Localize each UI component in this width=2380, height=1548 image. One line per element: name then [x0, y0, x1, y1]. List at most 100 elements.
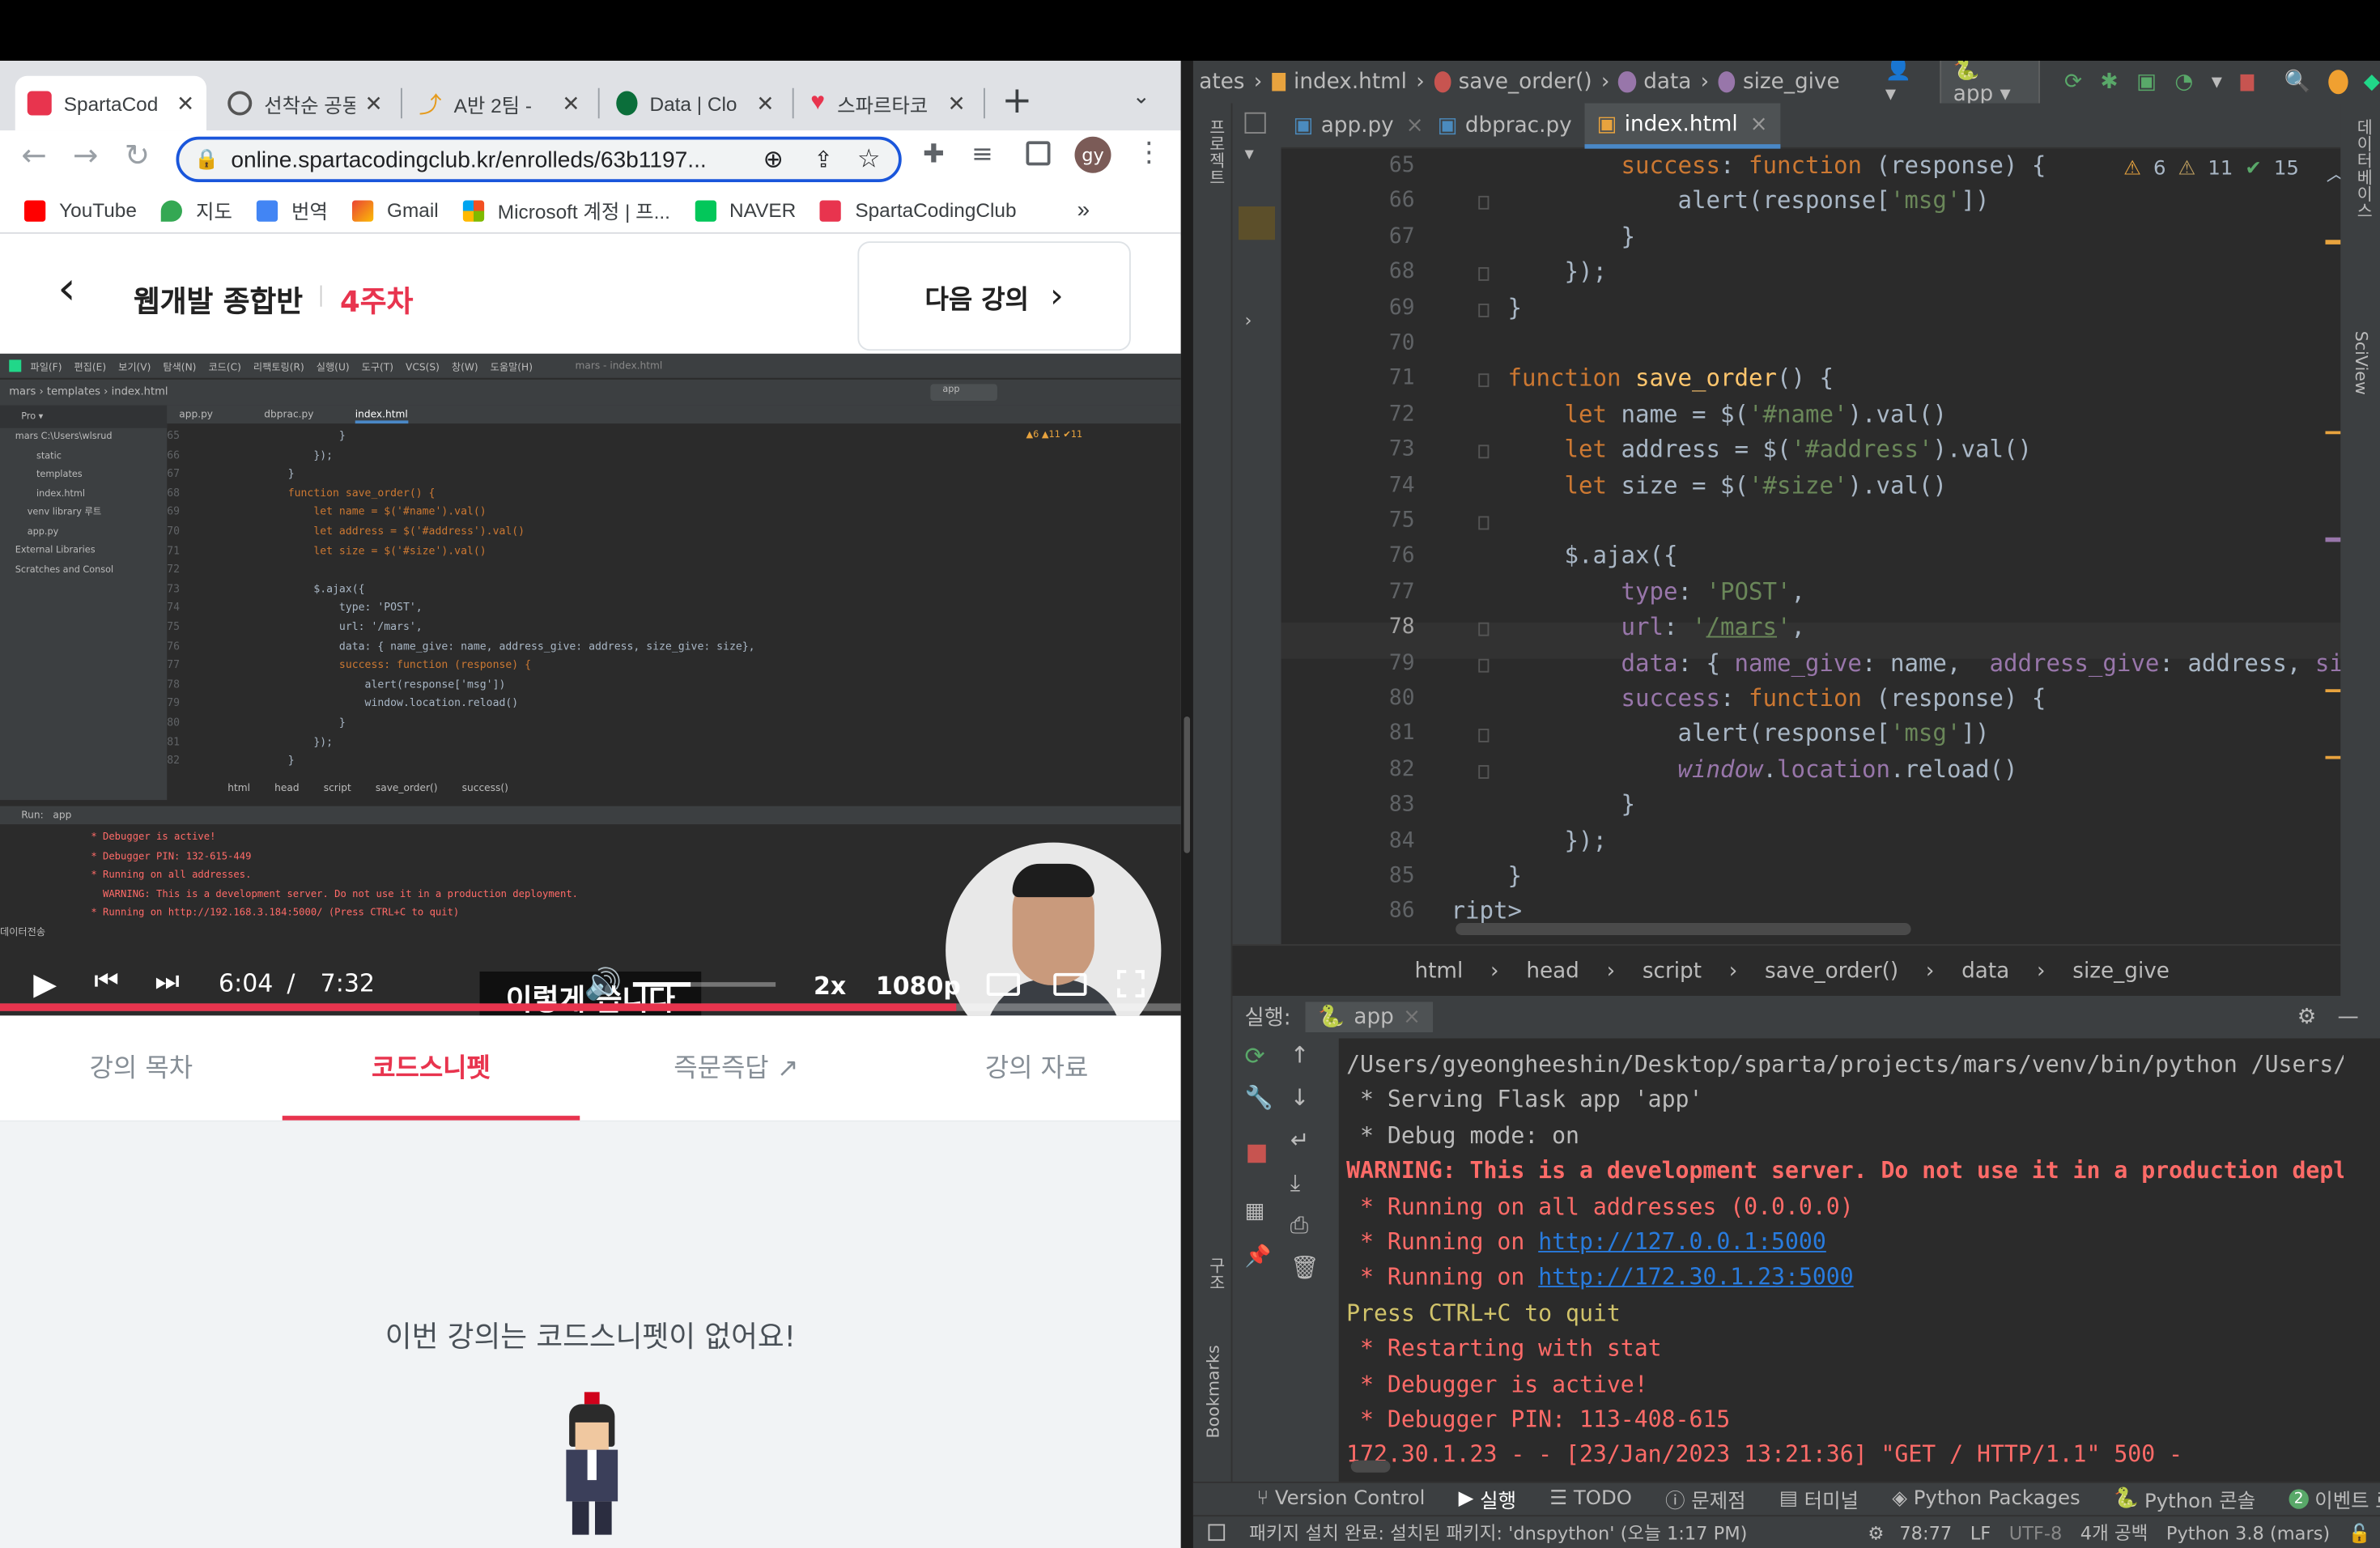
- back-chevron-icon[interactable]: ‹: [57, 262, 76, 316]
- reload-icon[interactable]: ↻: [125, 137, 150, 173]
- close-tab-icon[interactable]: ✕: [947, 91, 965, 117]
- profile-avatar[interactable]: gy: [1074, 136, 1111, 173]
- bookmark-naver[interactable]: NAVER: [694, 199, 796, 222]
- breadcrumb-item[interactable]: data: [1961, 959, 2009, 983]
- bookmark-youtube[interactable]: YouTube: [24, 199, 137, 222]
- horizontal-scrollbar[interactable]: [1456, 923, 1911, 935]
- nav-crumb[interactable]: size_give: [1743, 70, 1840, 94]
- git-icon[interactable]: ⚙: [1868, 1522, 1884, 1543]
- forward-arrow-icon[interactable]: →: [73, 137, 98, 173]
- tab-4[interactable]: Data | Clo ✕: [604, 76, 786, 131]
- play-icon[interactable]: ▶: [33, 966, 57, 1002]
- code-editor[interactable]: 65 success: function (response) {66 aler…: [1281, 148, 2380, 945]
- video-player[interactable]: 파일(F) 편집(E) 보기(V) 탐색(N) 코드(C) 리팩토링(R) 실행(U) 도구(…: [0, 353, 1181, 1016]
- breadcrumb-item[interactable]: size_give: [2072, 959, 2170, 983]
- omnibox[interactable]: 🔒 online.spartacodingclub.kr/enrolleds/6…: [176, 136, 902, 182]
- tab-2[interactable]: 선착순 공동 ✕: [215, 76, 394, 131]
- run-config-select[interactable]: 🐍 app ▾: [1939, 61, 2041, 109]
- bookmark-translate[interactable]: 번역: [256, 196, 328, 225]
- fold-marker-icon[interactable]: [1478, 373, 1490, 388]
- console-link[interactable]: http://127.0.0.1:5000: [1538, 1228, 1826, 1256]
- tool-run[interactable]: ▶ 실행: [1459, 1485, 1516, 1514]
- line-separator[interactable]: LF: [1970, 1522, 1991, 1543]
- skip-back-icon[interactable]: ⏮: [94, 966, 118, 997]
- skip-forward-icon[interactable]: ⏭: [155, 966, 179, 997]
- breadcrumb-item[interactable]: head: [1526, 959, 1579, 983]
- menu-kebab-icon[interactable]: ⋮: [1136, 137, 1163, 168]
- fold-marker-icon[interactable]: [1478, 764, 1490, 779]
- nav-crumb[interactable]: ates: [1199, 70, 1244, 94]
- chevron-down-icon[interactable]: ▾: [1245, 142, 1254, 164]
- tool-python-console[interactable]: 🐍 Python 콘솔: [2114, 1485, 2255, 1514]
- close-tab-icon[interactable]: ×: [1406, 114, 1424, 138]
- tab-code-snippet[interactable]: 코드스니펫: [283, 1046, 580, 1084]
- tool-python-packages[interactable]: ◈ Python Packages: [1892, 1488, 2080, 1511]
- bookmark-star-icon[interactable]: ☆: [857, 144, 881, 175]
- tab-search-chevron-icon[interactable]: ⌄: [1133, 85, 1150, 109]
- close-tab-icon[interactable]: ✕: [364, 91, 382, 117]
- nav-crumb[interactable]: data: [1643, 70, 1691, 94]
- extensions-icon[interactable]: ✚: [923, 140, 945, 171]
- tool-problems[interactable]: ⓘ 문제점: [1665, 1485, 1745, 1513]
- miniplayer-icon[interactable]: [1053, 972, 1087, 996]
- url-text[interactable]: online.spartacodingclub.kr/enrolleds/63b…: [231, 147, 748, 172]
- database-tool-button[interactable]: 데이터베이스: [2351, 118, 2375, 219]
- fold-marker-icon[interactable]: [1478, 267, 1490, 282]
- new-tab-button[interactable]: +: [1002, 79, 1033, 122]
- indent-setting[interactable]: 4개 공백: [2080, 1520, 2148, 1546]
- status-message[interactable]: 패키지 설치 완료: 설치된 패키지: 'dnspython' (오늘 1:17…: [1249, 1520, 1747, 1546]
- tab-app-py[interactable]: ▣ app.py ×: [1281, 104, 1436, 149]
- profile-icon[interactable]: ◔: [2174, 70, 2193, 94]
- fullscreen-icon[interactable]: [1117, 970, 1145, 997]
- bookmark-microsoft[interactable]: Microsoft 계정 | 프...: [462, 196, 670, 225]
- split-divider[interactable]: [1180, 61, 1193, 1548]
- bookmarks-overflow[interactable]: »: [1077, 198, 1090, 223]
- search-icon[interactable]: 🔍: [2284, 70, 2311, 94]
- volume-slider[interactable]: [632, 982, 776, 987]
- tab-spartacoding[interactable]: SpartaCod ✕: [15, 75, 206, 131]
- run-tab-app[interactable]: 🐍 app ×: [1306, 1002, 1434, 1032]
- settings-gear-icon[interactable]: ⚙: [2297, 1005, 2317, 1029]
- python-interpreter[interactable]: Python 3.8 (mars): [2166, 1522, 2330, 1543]
- add-user-icon[interactable]: 👤▾: [1885, 61, 1915, 106]
- fold-marker-icon[interactable]: [1478, 444, 1490, 459]
- speed-button[interactable]: 2x: [814, 972, 846, 1001]
- nav-crumb[interactable]: save_order(): [1459, 70, 1592, 94]
- fold-marker-icon[interactable]: [1478, 516, 1490, 530]
- zoom-icon[interactable]: ⊕: [763, 144, 784, 175]
- tab-index-html[interactable]: ▣ index.html ×: [1584, 103, 1780, 149]
- caret-position[interactable]: 78:77: [1899, 1522, 1952, 1543]
- split-handle[interactable]: [1184, 717, 1190, 853]
- console-link[interactable]: http://172.30.1.23:5000: [1538, 1264, 1853, 1291]
- tab-5[interactable]: ♥ 스파르타코 ✕: [798, 76, 977, 131]
- lock-icon[interactable]: 🔒: [194, 147, 219, 172]
- project-tool-button[interactable]: 프로젝트: [1204, 118, 1228, 185]
- side-panel-icon[interactable]: [1026, 141, 1051, 166]
- tab-materials[interactable]: 강의 자료: [893, 1046, 1181, 1084]
- media-control-icon[interactable]: ≡: [971, 140, 993, 171]
- tool-windows-icon[interactable]: [1208, 1524, 1226, 1542]
- fold-marker-icon[interactable]: [1478, 657, 1490, 672]
- fold-marker-icon[interactable]: [1478, 729, 1490, 743]
- close-tab-icon[interactable]: ✕: [756, 91, 774, 117]
- chevron-right-icon[interactable]: ›: [1245, 310, 1252, 331]
- sciview-tool-button[interactable]: SciView: [2351, 331, 2370, 395]
- update-icon[interactable]: [2328, 70, 2349, 95]
- tool-version-control[interactable]: ⑂ Version Control: [1257, 1488, 1426, 1511]
- tab-3[interactable]: ⤴ A반 2팀 - ✕: [407, 76, 593, 131]
- debug-bug-icon[interactable]: ✱: [2101, 70, 2119, 94]
- file-encoding[interactable]: UTF-8: [2009, 1522, 2063, 1543]
- breadcrumb-item[interactable]: script: [1643, 959, 1702, 983]
- close-tab-icon[interactable]: ✕: [562, 91, 580, 117]
- hide-panel-icon[interactable]: —: [2338, 1005, 2359, 1029]
- fold-marker-icon[interactable]: [1478, 196, 1490, 211]
- more-run-icon[interactable]: ▾: [2212, 70, 2222, 94]
- console-scrollbar[interactable]: [1350, 1460, 1391, 1473]
- lock-icon[interactable]: 🔓: [2348, 1522, 2371, 1543]
- close-tab-icon[interactable]: ✕: [176, 91, 194, 117]
- coverage-icon[interactable]: ▣: [2136, 70, 2157, 94]
- run-console[interactable]: /Users/gyeongheeshin/Desktop/sparta/proj…: [1193, 1039, 2344, 1482]
- breadcrumb-item[interactable]: html: [1415, 959, 1464, 983]
- fold-marker-icon[interactable]: [1478, 623, 1490, 636]
- bookmark-gmail[interactable]: Gmail: [351, 199, 439, 222]
